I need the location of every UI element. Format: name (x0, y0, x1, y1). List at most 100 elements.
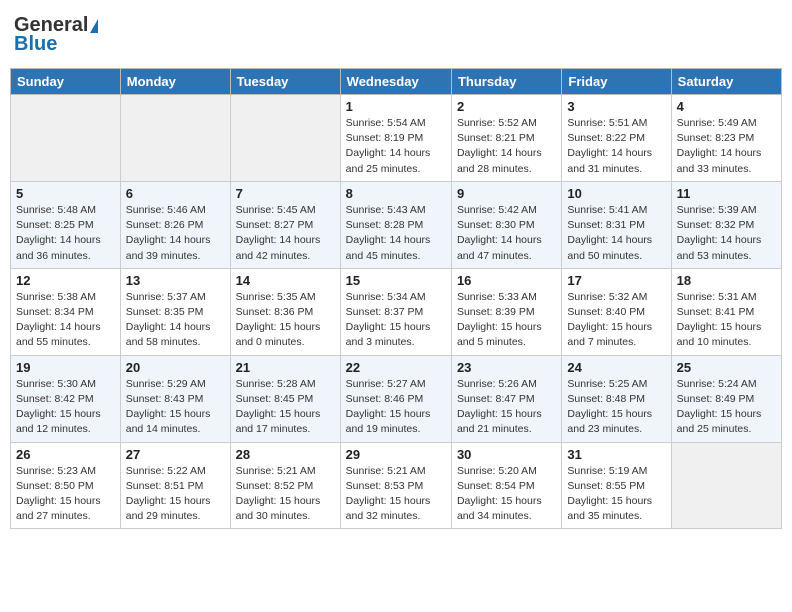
weekday-header-tuesday: Tuesday (230, 69, 340, 95)
calendar-cell: 11 Sunrise: 5:39 AMSunset: 8:32 PMDayligh… (671, 181, 781, 268)
day-info: Sunrise: 5:29 AMSunset: 8:43 PMDaylight:… (126, 377, 225, 438)
logo: General Blue (14, 14, 98, 56)
weekday-header-wednesday: Wednesday (340, 69, 451, 95)
day-number: 21 (236, 360, 335, 375)
day-info: Sunrise: 5:52 AMSunset: 8:21 PMDaylight:… (457, 116, 556, 177)
calendar-cell: 20 Sunrise: 5:29 AMSunset: 8:43 PMDayligh… (120, 355, 230, 442)
day-info: Sunrise: 5:43 AMSunset: 8:28 PMDaylight:… (346, 203, 446, 264)
day-info: Sunrise: 5:33 AMSunset: 8:39 PMDaylight:… (457, 290, 556, 351)
day-number: 20 (126, 360, 225, 375)
calendar-cell: 5Sunrise: 5:48 AMSunset: 8:25 PMDaylight… (11, 181, 121, 268)
day-info: Sunrise: 5:24 AMSunset: 8:49 PMDaylight:… (677, 377, 776, 438)
day-info: Sunrise: 5:26 AMSunset: 8:47 PMDaylight:… (457, 377, 556, 438)
calendar-cell: 13 Sunrise: 5:37 AMSunset: 8:35 PMDayligh… (120, 268, 230, 355)
calendar-cell: 31 Sunrise: 5:19 AMSunset: 8:55 PMDayligh… (562, 442, 671, 529)
calendar-cell: 22Sunrise: 5:27 AMSunset: 8:46 PMDayligh… (340, 355, 451, 442)
day-number: 28 (236, 447, 335, 462)
calendar-cell: 23 Sunrise: 5:26 AMSunset: 8:47 PMDayligh… (451, 355, 561, 442)
weekday-header-friday: Friday (562, 69, 671, 95)
weekday-header-row: SundayMondayTuesdayWednesdayThursdayFrid… (11, 69, 782, 95)
calendar-week-row: 19 Sunrise: 5:30 AMSunset: 8:42 PMDayligh… (11, 355, 782, 442)
weekday-header-thursday: Thursday (451, 69, 561, 95)
day-number: 15 (346, 273, 446, 288)
calendar-week-row: 12Sunrise: 5:38 AMSunset: 8:34 PMDayligh… (11, 268, 782, 355)
calendar-cell: 29Sunrise: 5:21 AMSunset: 8:53 PMDayligh… (340, 442, 451, 529)
calendar-cell: 16 Sunrise: 5:33 AMSunset: 8:39 PMDayligh… (451, 268, 561, 355)
day-info: Sunrise: 5:28 AMSunset: 8:45 PMDaylight:… (236, 377, 335, 438)
day-number: 18 (677, 273, 776, 288)
day-info: Sunrise: 5:21 AMSunset: 8:53 PMDaylight:… (346, 464, 446, 525)
calendar-cell: 3Sunrise: 5:51 AMSunset: 8:22 PMDaylight… (562, 95, 671, 182)
day-number: 22 (346, 360, 446, 375)
calendar-cell: 4Sunrise: 5:49 AMSunset: 8:23 PMDaylight… (671, 95, 781, 182)
day-info: Sunrise: 5:39 AMSunset: 8:32 PMDaylight:… (677, 203, 776, 264)
day-number: 1 (346, 99, 446, 114)
day-info: Sunrise: 5:42 AMSunset: 8:30 PMDaylight:… (457, 203, 556, 264)
calendar-cell: 8Sunrise: 5:43 AMSunset: 8:28 PMDaylight… (340, 181, 451, 268)
day-number: 6 (126, 186, 225, 201)
calendar-cell: 19 Sunrise: 5:30 AMSunset: 8:42 PMDayligh… (11, 355, 121, 442)
day-number: 24 (567, 360, 665, 375)
day-info: Sunrise: 5:21 AMSunset: 8:52 PMDaylight:… (236, 464, 335, 525)
calendar-cell (230, 95, 340, 182)
calendar-cell: 7 Sunrise: 5:45 AMSunset: 8:27 PMDaylight… (230, 181, 340, 268)
day-info: Sunrise: 5:32 AMSunset: 8:40 PMDaylight:… (567, 290, 665, 351)
day-info: Sunrise: 5:35 AMSunset: 8:36 PMDaylight:… (236, 290, 335, 351)
calendar-week-row: 5Sunrise: 5:48 AMSunset: 8:25 PMDaylight… (11, 181, 782, 268)
weekday-header-monday: Monday (120, 69, 230, 95)
calendar-cell: 28 Sunrise: 5:21 AMSunset: 8:52 PMDayligh… (230, 442, 340, 529)
day-info: Sunrise: 5:49 AMSunset: 8:23 PMDaylight:… (677, 116, 776, 177)
day-number: 26 (16, 447, 115, 462)
day-number: 27 (126, 447, 225, 462)
calendar-table: SundayMondayTuesdayWednesdayThursdayFrid… (10, 68, 782, 529)
day-number: 10 (567, 186, 665, 201)
day-number: 11 (677, 186, 776, 201)
calendar-cell: 30Sunrise: 5:20 AMSunset: 8:54 PMDayligh… (451, 442, 561, 529)
calendar-cell: 2 Sunrise: 5:52 AMSunset: 8:21 PMDaylight… (451, 95, 561, 182)
day-number: 17 (567, 273, 665, 288)
day-number: 16 (457, 273, 556, 288)
day-info: Sunrise: 5:22 AMSunset: 8:51 PMDaylight:… (126, 464, 225, 525)
day-number: 7 (236, 186, 335, 201)
day-info: Sunrise: 5:38 AMSunset: 8:34 PMDaylight:… (16, 290, 115, 351)
day-info: Sunrise: 5:30 AMSunset: 8:42 PMDaylight:… (16, 377, 115, 438)
day-number: 23 (457, 360, 556, 375)
day-info: Sunrise: 5:51 AMSunset: 8:22 PMDaylight:… (567, 116, 665, 177)
calendar-cell: 6 Sunrise: 5:46 AMSunset: 8:26 PMDaylight… (120, 181, 230, 268)
calendar-cell (671, 442, 781, 529)
day-info: Sunrise: 5:20 AMSunset: 8:54 PMDaylight:… (457, 464, 556, 525)
day-info: Sunrise: 5:19 AMSunset: 8:55 PMDaylight:… (567, 464, 665, 525)
day-number: 13 (126, 273, 225, 288)
weekday-header-sunday: Sunday (11, 69, 121, 95)
calendar-cell (120, 95, 230, 182)
calendar-cell: 27 Sunrise: 5:22 AMSunset: 8:51 PMDayligh… (120, 442, 230, 529)
calendar-cell: 18 Sunrise: 5:31 AMSunset: 8:41 PMDayligh… (671, 268, 781, 355)
day-number: 14 (236, 273, 335, 288)
day-number: 25 (677, 360, 776, 375)
calendar-cell: 14 Sunrise: 5:35 AMSunset: 8:36 PMDayligh… (230, 268, 340, 355)
day-number: 5 (16, 186, 115, 201)
calendar-week-row: 26Sunrise: 5:23 AMSunset: 8:50 PMDayligh… (11, 442, 782, 529)
day-info: Sunrise: 5:54 AMSunset: 8:19 PMDaylight:… (346, 116, 446, 177)
day-info: Sunrise: 5:41 AMSunset: 8:31 PMDaylight:… (567, 203, 665, 264)
calendar-cell: 26Sunrise: 5:23 AMSunset: 8:50 PMDayligh… (11, 442, 121, 529)
day-number: 31 (567, 447, 665, 462)
calendar-cell: 21 Sunrise: 5:28 AMSunset: 8:45 PMDayligh… (230, 355, 340, 442)
day-number: 19 (16, 360, 115, 375)
day-number: 2 (457, 99, 556, 114)
day-info: Sunrise: 5:37 AMSunset: 8:35 PMDaylight:… (126, 290, 225, 351)
page-header: General Blue (10, 10, 782, 60)
day-number: 9 (457, 186, 556, 201)
logo-triangle-icon (90, 19, 98, 33)
calendar-cell: 12Sunrise: 5:38 AMSunset: 8:34 PMDayligh… (11, 268, 121, 355)
day-info: Sunrise: 5:31 AMSunset: 8:41 PMDaylight:… (677, 290, 776, 351)
day-info: Sunrise: 5:46 AMSunset: 8:26 PMDaylight:… (126, 203, 225, 264)
calendar-cell: 1 Sunrise: 5:54 AMSunset: 8:19 PMDaylight… (340, 95, 451, 182)
logo-blue-text: Blue (14, 33, 57, 56)
day-info: Sunrise: 5:45 AMSunset: 8:27 PMDaylight:… (236, 203, 335, 264)
day-info: Sunrise: 5:34 AMSunset: 8:37 PMDaylight:… (346, 290, 446, 351)
calendar-cell (11, 95, 121, 182)
calendar-cell: 15 Sunrise: 5:34 AMSunset: 8:37 PMDayligh… (340, 268, 451, 355)
calendar-week-row: 1 Sunrise: 5:54 AMSunset: 8:19 PMDaylight… (11, 95, 782, 182)
calendar-cell: 25 Sunrise: 5:24 AMSunset: 8:49 PMDayligh… (671, 355, 781, 442)
